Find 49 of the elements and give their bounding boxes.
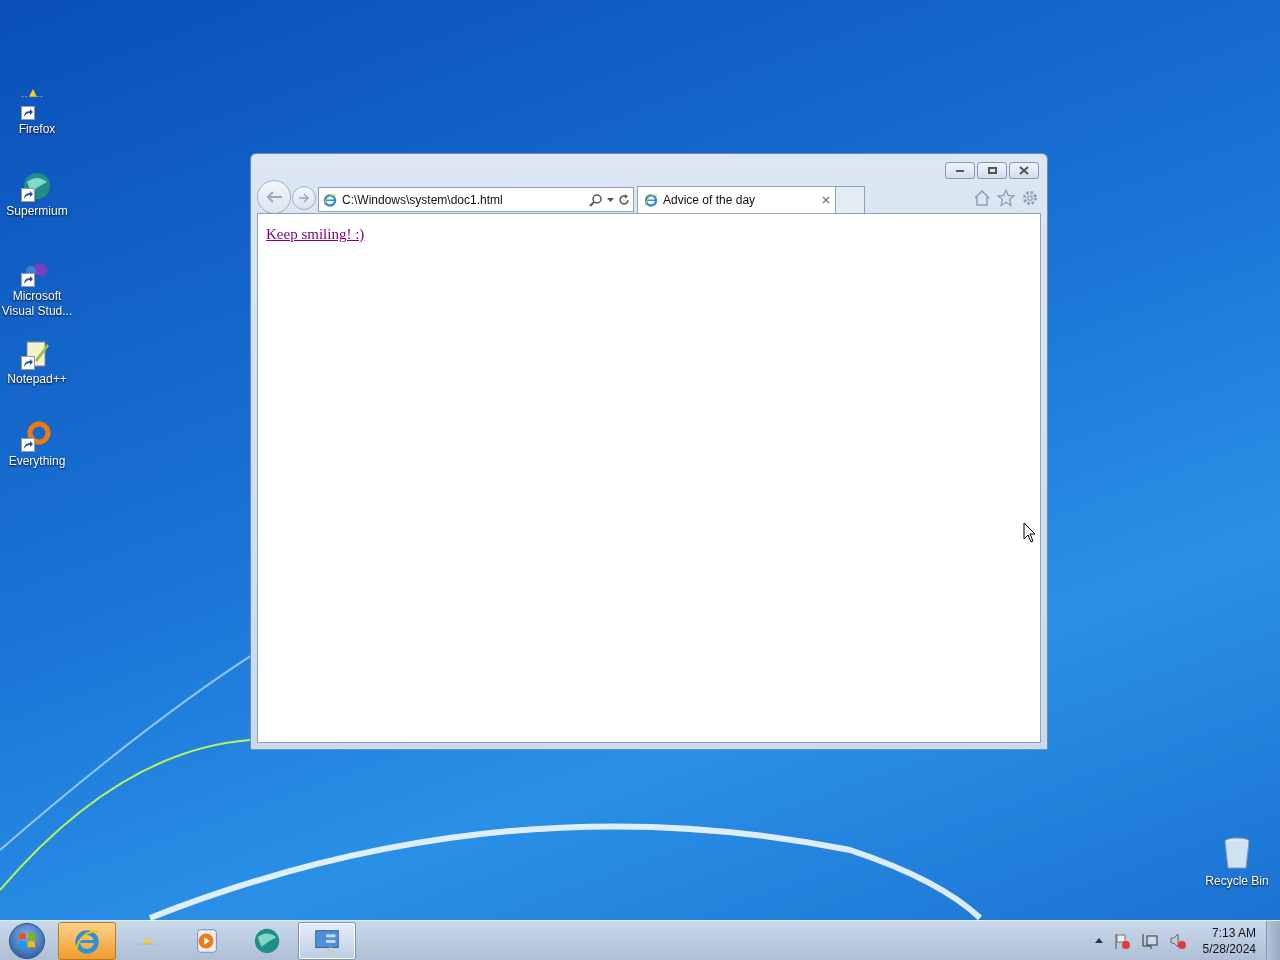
desktop-icon-label[interactable]: Recycle Bin: [1205, 874, 1269, 889]
desktop-icon-label[interactable]: Everything: [8, 454, 66, 469]
show-hidden-icons-icon[interactable]: [1094, 938, 1103, 943]
new-tab-button[interactable]: [836, 186, 865, 213]
desktop-icon-label[interactable]: Firefox: [18, 122, 56, 137]
forward-button[interactable]: [292, 186, 316, 210]
settings-icon[interactable]: [1021, 189, 1039, 207]
address-text: C:\Windows\system\doc1.html: [342, 191, 504, 209]
desktop-icon-label[interactable]: Supermium: [6, 204, 68, 219]
clock-time[interactable]: 7:13 AM: [1211, 924, 1256, 941]
app-icon: [135, 936, 159, 945]
shortcut-arrow-icon: [21, 356, 35, 370]
close-button[interactable]: [1009, 162, 1039, 179]
star-icon[interactable]: [997, 189, 1015, 207]
app-icon: [21, 88, 45, 98]
close-icon[interactable]: [822, 196, 830, 204]
browser-icon: [643, 192, 659, 208]
clock-date[interactable]: 5/28/2024: [1202, 940, 1256, 957]
minimize-button[interactable]: [945, 162, 975, 179]
dropdown-caret-icon[interactable]: [607, 197, 614, 202]
back-arrow-icon: [265, 190, 283, 204]
speaker-muted-icon[interactable]: [1168, 931, 1187, 950]
taskbar-button[interactable]: [298, 921, 356, 960]
tab-title: Advice of the day: [663, 192, 757, 209]
windows-logo-icon: [17, 930, 37, 951]
desktop-icon-label[interactable]: Notepad++: [7, 372, 67, 387]
browser-icon: [322, 191, 338, 208]
forward-arrow-icon: [298, 193, 310, 203]
address-bar[interactable]: C:\Windows\system\doc1.html: [318, 187, 634, 212]
shortcut-arrow-icon: [21, 188, 35, 202]
home-icon[interactable]: [973, 189, 991, 207]
maximize-button[interactable]: [977, 162, 1007, 179]
back-button[interactable]: [257, 180, 291, 214]
text-link[interactable]: Keep smiling! :): [266, 226, 365, 242]
refresh-icon[interactable]: [618, 193, 630, 206]
mouse-cursor-icon: [1023, 522, 1037, 543]
show-desktop-button[interactable]: [1266, 920, 1280, 960]
start-button[interactable]: [9, 922, 45, 959]
desktop-icon-label[interactable]: Microsoft Visual Stud...: [0, 289, 74, 319]
search-icon[interactable]: [589, 192, 603, 207]
shortcut-arrow-icon: [21, 438, 35, 452]
recycle-bin-icon: [1222, 836, 1252, 870]
shortcut-arrow-icon: [21, 273, 35, 287]
close-icon: [1019, 166, 1029, 175]
taskbar-button[interactable]: [58, 921, 116, 960]
flag-error-icon[interactable]: [1112, 931, 1131, 950]
browser-tab[interactable]: Advice of the day: [637, 186, 836, 213]
shortcut-arrow-icon: [21, 106, 35, 120]
network-icon[interactable]: [1140, 931, 1159, 950]
